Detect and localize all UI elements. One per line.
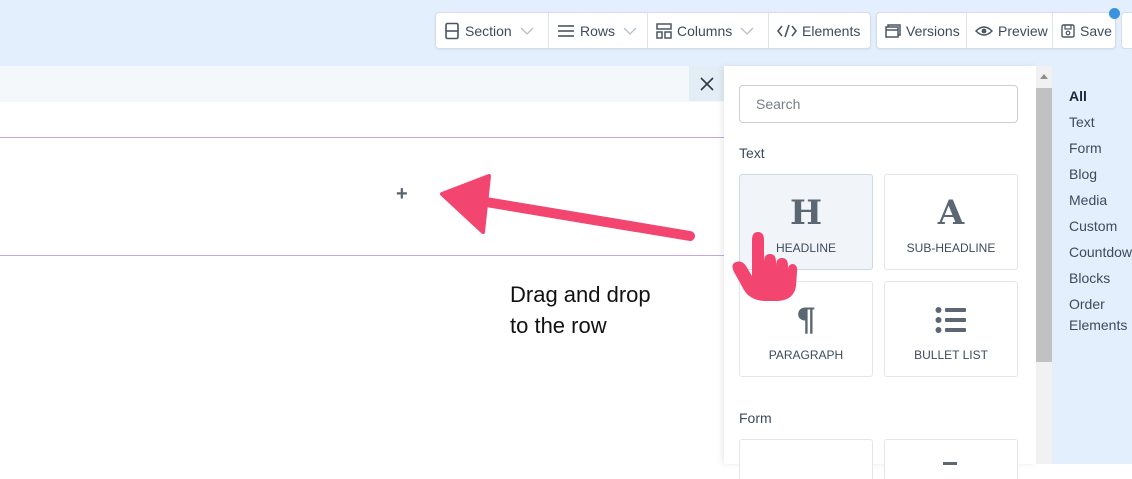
save-icon <box>1061 23 1075 38</box>
category-blocks[interactable]: Blocks <box>1069 268 1110 289</box>
form-element-tile[interactable] <box>739 439 873 479</box>
hint-line-2: to the row <box>510 313 607 338</box>
more-button[interactable] <box>1121 12 1132 49</box>
save-label: Save <box>1080 22 1112 39</box>
category-text[interactable]: Text <box>1069 112 1095 133</box>
hint-line-1: Drag and drop <box>510 282 651 307</box>
paragraph-label: PARAGRAPH <box>768 348 844 362</box>
columns-label: Columns <box>677 22 733 39</box>
rows-icon <box>557 24 575 38</box>
eye-icon <box>975 25 993 37</box>
row-drop-zone[interactable] <box>0 137 724 256</box>
preview-button[interactable]: Preview <box>967 13 1053 48</box>
versions-icon <box>885 23 901 38</box>
category-custom[interactable]: Custom <box>1069 216 1117 237</box>
preview-label: Preview <box>998 22 1048 39</box>
bullet-list-label: BULLET LIST <box>914 348 988 362</box>
headline-icon: H <box>789 193 823 233</box>
layout-toolbar-group: Section Rows Columns Elements <box>435 12 871 49</box>
scrollbar-thumb[interactable] <box>1036 88 1052 362</box>
versions-label: Versions <box>906 22 960 39</box>
scroll-up-arrow-icon[interactable] <box>1040 74 1048 79</box>
save-button[interactable]: Save <box>1053 13 1117 48</box>
category-order-elements[interactable]: Order Elements <box>1069 294 1131 336</box>
rows-button[interactable]: Rows <box>549 13 648 48</box>
code-icon <box>777 24 797 38</box>
category-media[interactable]: Media <box>1069 190 1107 211</box>
section-heading-form: Form <box>739 410 772 426</box>
columns-icon <box>656 22 672 39</box>
rows-label: Rows <box>580 22 616 39</box>
elements-label: Elements <box>802 22 861 39</box>
search-input[interactable] <box>739 85 1018 123</box>
bullet-list-element[interactable]: BULLET LIST <box>884 281 1018 377</box>
section-button[interactable]: Section <box>436 13 549 48</box>
close-panel-button[interactable] <box>689 66 724 101</box>
category-blog[interactable]: Blog <box>1069 164 1097 185</box>
sub-headline-label: SUB-HEADLINE <box>906 241 996 255</box>
section-icon <box>444 22 460 40</box>
paragraph-element[interactable]: ¶ PARAGRAPH <box>739 281 873 377</box>
category-form[interactable]: Form <box>1069 138 1102 159</box>
versions-button[interactable]: Versions <box>877 13 967 48</box>
chevron-down-icon <box>623 26 637 36</box>
bullet-list-icon <box>935 307 966 333</box>
elements-button[interactable]: Elements <box>769 13 870 48</box>
actions-toolbar-group: Versions Preview Save <box>876 12 1116 49</box>
sub-headline-icon: A <box>937 193 965 233</box>
drag-drop-hint: Drag and drop to the row <box>510 279 710 341</box>
canvas-header-strip <box>0 66 724 102</box>
headline-element[interactable]: H HEADLINE <box>739 174 873 270</box>
headline-label: HEADLINE <box>775 241 837 255</box>
chevron-down-icon <box>740 26 754 36</box>
notification-dot <box>1109 8 1120 19</box>
category-countdown[interactable]: Countdown <box>1069 242 1132 263</box>
sub-headline-element[interactable]: A SUB-HEADLINE <box>884 174 1018 270</box>
columns-button[interactable]: Columns <box>648 13 769 48</box>
section-label: Section <box>465 22 512 39</box>
paragraph-icon: ¶ <box>795 301 817 339</box>
section-heading-text: Text <box>739 145 765 161</box>
add-element-button[interactable]: + <box>396 183 408 206</box>
form-element-tile[interactable] <box>884 439 1018 479</box>
close-icon <box>699 76 714 91</box>
category-all[interactable]: All <box>1069 86 1087 107</box>
chevron-down-icon <box>520 26 534 36</box>
category-sidebar: All Text Form Blog Media Custom Countdow… <box>1052 66 1132 464</box>
